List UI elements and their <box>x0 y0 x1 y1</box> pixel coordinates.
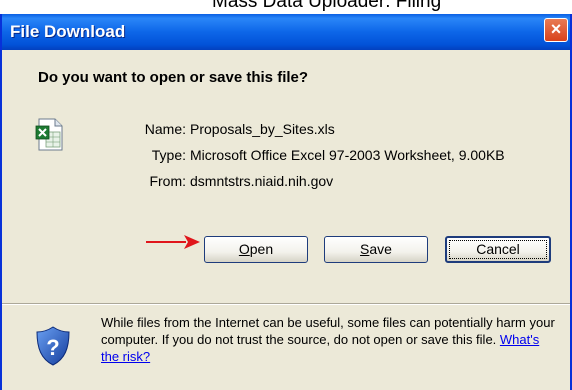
open-mnemonic: O <box>238 241 250 257</box>
file-source-label: From: <box>149 173 186 189</box>
background-page-header: Mass Data Uploader: Filing <box>0 0 572 14</box>
file-type-value: Microsoft Office Excel 97-2003 Worksheet… <box>190 147 505 163</box>
dialog-title: File Download <box>10 22 126 41</box>
file-source-value: dsmntstrs.niaid.nih.gov <box>190 173 334 189</box>
excel-file-icon <box>35 118 63 151</box>
red-arrow-icon <box>146 235 200 249</box>
cancel-button-focus: Cancel <box>449 240 547 259</box>
open-button[interactable]: Open <box>204 236 308 263</box>
dialog-heading: Do you want to open or save this file? <box>38 69 309 86</box>
file-type-label: Type: <box>151 147 186 163</box>
shield-question-icon: ? <box>36 326 70 366</box>
dialog-titlebar[interactable]: File Download × <box>2 14 570 50</box>
save-mnemonic: S <box>360 241 370 257</box>
cancel-label: Cancel <box>476 241 520 257</box>
close-button[interactable]: × <box>544 18 568 42</box>
cancel-button[interactable]: Cancel <box>445 236 551 263</box>
file-name-label: Name: <box>144 121 186 137</box>
file-source-row: From: dsmntstrs.niaid.nih.gov <box>149 173 334 189</box>
file-type-row: Type: Microsoft Office Excel 97-2003 Wor… <box>152 147 505 163</box>
dialog-divider <box>2 303 570 305</box>
file-name-row: Name: Proposals_by_Sites.xls <box>145 121 335 137</box>
open-label-rest: pen <box>249 241 274 257</box>
file-download-dialog: File Download × Do you want to open or s… <box>0 14 572 390</box>
save-label-rest: ave <box>369 241 392 257</box>
svg-text:?: ? <box>46 335 59 360</box>
save-button[interactable]: Save <box>324 236 428 263</box>
warning-text: While files from the Internet can be use… <box>101 314 557 365</box>
background-page-text: Mass Data Uploader: Filing <box>212 0 442 12</box>
warning-body: While files from the Internet can be use… <box>101 315 555 347</box>
file-name-value: Proposals_by_Sites.xls <box>190 121 335 137</box>
